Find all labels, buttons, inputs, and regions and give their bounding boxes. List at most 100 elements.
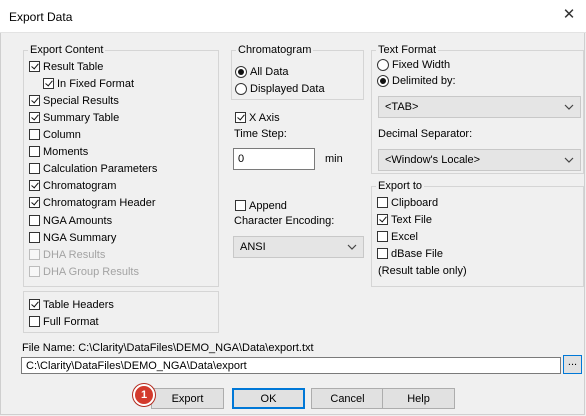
checkbox-column[interactable]: Column — [29, 127, 81, 142]
radio-dot[interactable] — [377, 74, 389, 87]
chromatogram-legend: Chromatogram — [238, 44, 312, 56]
checkbox-x-axis[interactable]: X Axis — [235, 110, 280, 125]
checkbox-summary-table[interactable]: Summary Table — [29, 110, 119, 125]
checkbox-label: Moments — [43, 145, 89, 158]
decimal-separator-label: Decimal Separator: — [378, 128, 473, 140]
checkbox-label: Column — [43, 128, 81, 141]
checkbox-moments[interactable]: Moments — [29, 144, 88, 159]
checkbox-box[interactable] — [29, 232, 40, 243]
checkbox-box[interactable] — [29, 180, 40, 191]
decimal-separator-select[interactable]: <Window's Locale> — [378, 149, 581, 171]
export-content-legend: Export Content — [30, 44, 104, 56]
radio-fixed-width[interactable]: Fixed Width — [377, 57, 450, 72]
checkbox-label: Chromatogram Header — [43, 196, 156, 209]
ok-button[interactable]: OK — [232, 388, 305, 409]
callout-badge: 1 — [133, 384, 155, 406]
file-name-input[interactable]: C:\Clarity\DataFiles\DEMO_NGA\Data\expor… — [21, 357, 561, 374]
radio-label: Displayed Data — [250, 82, 325, 95]
radio-all-data[interactable]: All Data — [235, 64, 289, 79]
checkbox-nga-amounts[interactable]: NGA Amounts — [29, 213, 112, 228]
text-format-legend: Text Format — [378, 44, 437, 56]
character-encoding-label: Character Encoding: — [234, 215, 335, 227]
export-button[interactable]: Export — [151, 388, 224, 409]
time-step-input[interactable]: 0 — [233, 148, 315, 170]
checkbox-box[interactable] — [29, 61, 40, 72]
checkbox-label: X Axis — [249, 111, 280, 124]
cancel-button[interactable]: Cancel — [311, 388, 384, 409]
checkbox-box — [29, 266, 40, 277]
checkbox-dha-group-results: DHA Group Results — [29, 264, 139, 279]
checkbox-label: Full Format — [43, 315, 99, 328]
radio-delimited-by[interactable]: Delimited by: — [377, 73, 456, 88]
checkbox-label: Summary Table — [43, 111, 120, 124]
checkbox-box[interactable] — [29, 146, 40, 157]
checkbox-box[interactable] — [29, 129, 40, 140]
chevron-down-icon — [564, 104, 574, 110]
checkbox-chromatogram[interactable]: Chromatogram — [29, 178, 116, 193]
checkbox-label: NGA Amounts — [43, 214, 113, 227]
decimal-separator-value: <Window's Locale> — [385, 154, 481, 166]
radio-dot[interactable] — [235, 65, 247, 78]
title-bar: Export Data ✕ — [0, 0, 586, 33]
checkbox-table-headers[interactable]: Table Headers — [29, 297, 114, 312]
checkbox-box[interactable] — [29, 197, 40, 208]
checkbox-calculation-parameters[interactable]: Calculation Parameters — [29, 161, 157, 176]
radio-label: All Data — [250, 65, 289, 78]
character-encoding-select[interactable]: ANSI — [233, 236, 364, 258]
delimiter-value: <TAB> — [385, 101, 419, 113]
checkbox-excel[interactable]: Excel — [377, 229, 418, 244]
checkbox-label: Append — [249, 199, 287, 212]
checkbox-nga-summary[interactable]: NGA Summary — [29, 230, 116, 245]
character-encoding-value: ANSI — [240, 241, 266, 253]
checkbox-box[interactable] — [235, 200, 246, 211]
checkbox-box[interactable] — [377, 231, 388, 242]
close-icon[interactable]: ✕ — [552, 0, 586, 32]
checkbox-chromatogram-header[interactable]: Chromatogram Header — [29, 195, 156, 210]
radio-label: Delimited by: — [392, 74, 456, 87]
checkbox-full-format[interactable]: Full Format — [29, 314, 99, 329]
checkbox-result-table[interactable]: Result Table — [29, 59, 103, 74]
checkbox-in-fixed-format[interactable]: In Fixed Format — [43, 76, 134, 91]
checkbox-box[interactable] — [377, 214, 388, 225]
time-step-unit: min — [325, 153, 343, 165]
checkbox-clipboard[interactable]: Clipboard — [377, 195, 438, 210]
checkbox-dbase-file[interactable]: dBase File — [377, 246, 443, 261]
radio-dot[interactable] — [377, 58, 389, 71]
checkbox-label: DHA Results — [43, 248, 106, 261]
radio-displayed-data[interactable]: Displayed Data — [235, 81, 325, 96]
checkbox-label: Chromatogram — [43, 179, 117, 192]
help-button[interactable]: Help — [382, 388, 455, 409]
checkbox-box — [29, 249, 40, 260]
checkbox-label: DHA Group Results — [43, 265, 139, 278]
checkbox-box[interactable] — [29, 316, 40, 327]
checkbox-dha-results: DHA Results — [29, 247, 105, 262]
checkbox-box[interactable] — [29, 95, 40, 106]
delimiter-select[interactable]: <TAB> — [378, 96, 581, 118]
chevron-down-icon — [564, 157, 574, 163]
checkbox-box[interactable] — [29, 163, 40, 174]
checkbox-box[interactable] — [43, 78, 54, 89]
checkbox-label: dBase File — [391, 247, 443, 260]
radio-dot[interactable] — [235, 82, 247, 95]
browse-button[interactable]: ... — [563, 355, 582, 374]
checkbox-label: Text File — [391, 213, 432, 226]
checkbox-label: Excel — [391, 230, 418, 243]
checkbox-box[interactable] — [29, 112, 40, 123]
checkbox-label: NGA Summary — [43, 231, 117, 244]
file-name-label: File Name: C:\Clarity\DataFiles\DEMO_NGA… — [22, 342, 314, 354]
checkbox-special-results[interactable]: Special Results — [29, 93, 119, 108]
checkbox-text-file[interactable]: Text File — [377, 212, 432, 227]
checkbox-box[interactable] — [29, 299, 40, 310]
checkbox-box[interactable] — [377, 197, 388, 208]
checkbox-box[interactable] — [235, 112, 246, 123]
checkbox-label: Special Results — [43, 94, 119, 107]
checkbox-label: Clipboard — [391, 196, 439, 209]
radio-label: Fixed Width — [392, 58, 451, 71]
export-to-legend: Export to — [378, 180, 423, 192]
chevron-down-icon — [347, 244, 357, 250]
checkbox-append[interactable]: Append — [235, 198, 287, 213]
checkbox-box[interactable] — [377, 248, 388, 259]
checkbox-label: In Fixed Format — [57, 77, 135, 90]
time-step-label: Time Step: — [234, 128, 287, 140]
checkbox-box[interactable] — [29, 215, 40, 226]
